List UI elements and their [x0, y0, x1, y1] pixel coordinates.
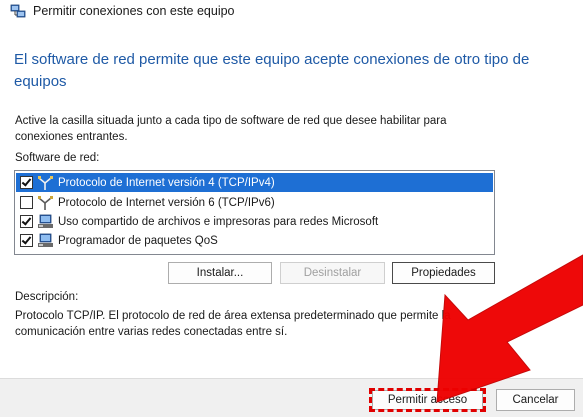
uninstall-button[interactable]: Desinstalar — [280, 262, 385, 284]
list-item-label: Protocolo de Internet versión 4 (TCP/IPv… — [58, 176, 275, 189]
page-heading: El software de red permite que este equi… — [14, 51, 530, 90]
install-button[interactable]: Instalar... — [168, 262, 272, 284]
instructions-text: Active la casilla situada junto a cada t… — [15, 115, 447, 143]
list-item-label: Protocolo de Internet versión 6 (TCP/IPv… — [58, 196, 275, 209]
network-protocol-icon — [38, 195, 53, 210]
software-list-label: Software de red: — [15, 152, 100, 164]
cancel-button[interactable]: Cancelar — [496, 389, 575, 411]
list-item-qos[interactable]: Programador de paquetes QoS — [16, 231, 493, 250]
checkbox-tcpipv4[interactable] — [20, 176, 33, 189]
window-title: Permitir conexiones con este equipo — [33, 4, 235, 18]
network-connection-icon — [10, 4, 26, 18]
software-list[interactable]: Protocolo de Internet versión 4 (TCP/IPv… — [14, 170, 495, 255]
description-label: Descripción: — [15, 291, 79, 303]
dialog-window: Permitir conexiones con este equipo El s… — [0, 0, 583, 417]
list-item-tcpipv4[interactable]: Protocolo de Internet versión 4 (TCP/IPv… — [16, 173, 493, 192]
list-item-tcpipv6[interactable]: Protocolo de Internet versión 6 (TCP/IPv… — [16, 193, 493, 212]
checkbox-qos[interactable] — [20, 234, 33, 247]
network-service-icon — [38, 214, 53, 228]
list-item-label: Uso compartido de archivos e impresoras … — [58, 215, 379, 228]
list-item-label: Programador de paquetes QoS — [58, 234, 218, 247]
checkbox-file-sharing[interactable] — [20, 215, 33, 228]
properties-button[interactable]: Propiedades — [392, 262, 495, 284]
list-item-file-sharing[interactable]: Uso compartido de archivos e impresoras … — [16, 212, 493, 231]
title-bar: Permitir conexiones con este equipo — [0, 0, 583, 26]
network-service-icon — [38, 233, 53, 247]
annotation-highlight-box — [369, 388, 486, 412]
description-text: Protocolo TCP/IP. El protocolo de red de… — [15, 310, 451, 338]
network-protocol-icon — [38, 175, 53, 190]
checkbox-tcpipv6[interactable] — [20, 196, 33, 209]
